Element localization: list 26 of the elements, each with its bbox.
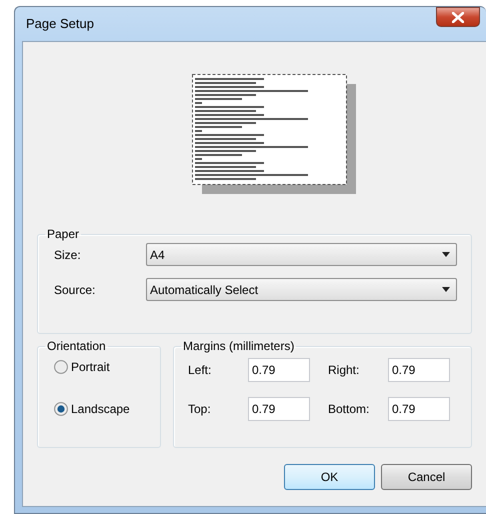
margin-input[interactable]: 0.79 [248,397,310,421]
radio-button[interactable] [54,360,68,374]
dropdown-field[interactable]: Automatically Select [146,278,457,301]
group-label: Orientation [46,340,107,352]
margin-input[interactable]: 0.79 [388,358,450,382]
ok-button[interactable]: OK [284,464,375,490]
radio-option[interactable]: Portrait [54,358,150,376]
caret-icon [442,252,450,257]
radio-button[interactable] [54,402,68,416]
close-icon [452,12,464,22]
group-label: Paper [46,228,80,240]
cancel-button[interactable]: Cancel [381,464,472,490]
caret-icon [442,287,450,292]
margin-input[interactable]: 0.79 [388,397,450,421]
field-label: Size: [54,246,82,264]
window-title: Page Setup [26,15,94,34]
close-button[interactable] [436,7,480,27]
field-label: Right: [328,362,360,379]
radio-option[interactable]: Landscape [54,400,150,418]
dropdown-field[interactable]: A4 [146,243,457,266]
field-label: Top: [188,401,212,418]
group-label: Margins (millimeters) [182,340,296,352]
margin-input[interactable]: 0.79 [248,358,310,382]
field-label: Source: [54,282,96,298]
field-label: Left: [188,362,212,379]
field-label: Bottom: [328,401,370,418]
